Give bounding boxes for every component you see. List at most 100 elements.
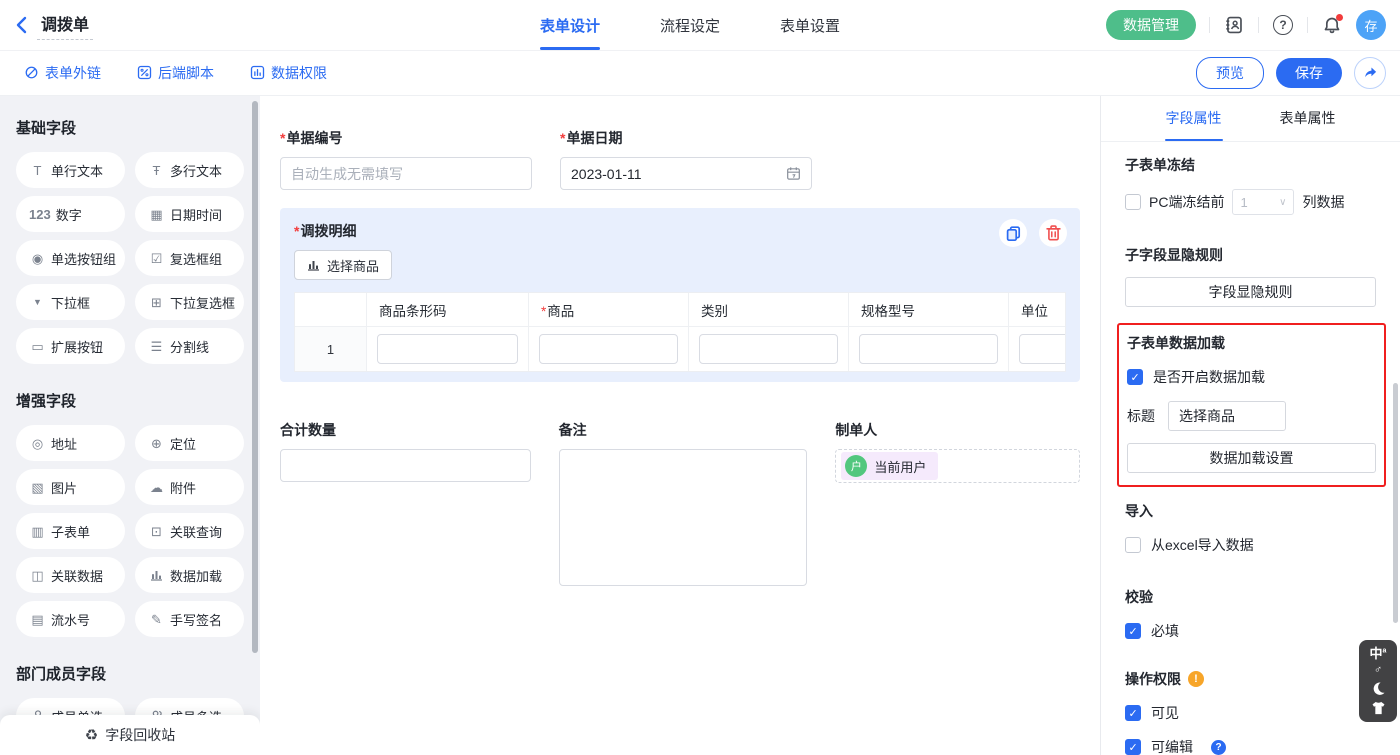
field-related-query[interactable]: ⊡关联查询 [135, 513, 244, 549]
field-extend-button[interactable]: ▭扩展按钮 [16, 328, 125, 364]
field-single-line-text[interactable]: T单行文本 [16, 152, 125, 188]
doc-date-input[interactable]: 2023-01-11 [560, 157, 812, 190]
field-attachment[interactable]: ☁附件 [135, 469, 244, 505]
current-user-tag[interactable]: 户 当前用户 [841, 452, 938, 480]
dataload-settings-button[interactable]: 数据加载设置 [1127, 443, 1376, 473]
product-input[interactable] [539, 334, 678, 364]
freeze-count-select[interactable]: 1 ∨ [1232, 189, 1294, 215]
remark-field[interactable]: 备注 [559, 422, 808, 591]
field-multi-select[interactable]: ⊞下拉复选框 [135, 284, 244, 320]
subform-block[interactable]: 调拨明细 选择商品 商品条形码 商品 类别 规格型号 [280, 208, 1080, 382]
row-number-header [295, 293, 367, 327]
divider-lines-icon: ☰ [148, 340, 165, 353]
field-data-load[interactable]: 数据加载 [135, 557, 244, 593]
doc-date-value: 2023-01-11 [571, 166, 642, 182]
select-product-button[interactable]: 选择商品 [294, 250, 392, 280]
preview-button[interactable]: 预览 [1196, 57, 1264, 89]
creator-field[interactable]: 制单人 户 当前用户 [835, 422, 1080, 591]
lookup-icon: ⊡ [148, 525, 165, 538]
dataload-enable-checkbox[interactable] [1127, 369, 1143, 385]
dataload-highlight-box: 子表单数据加载 是否开启数据加载 标题 数据加载设置 [1117, 323, 1386, 487]
contact-book-icon[interactable] [1223, 14, 1245, 36]
share-button[interactable] [1354, 57, 1386, 89]
tab-form-properties[interactable]: 表单属性 [1280, 95, 1336, 141]
back-icon[interactable] [16, 16, 27, 34]
user-avatar[interactable]: 存 [1356, 10, 1386, 40]
field-signature[interactable]: ✎手写签名 [135, 601, 244, 637]
dark-mode-moon-icon[interactable] [1371, 681, 1386, 696]
field-divider[interactable]: ☰分割线 [135, 328, 244, 364]
field-radio-group[interactable]: ◉单选按钮组 [16, 240, 125, 276]
total-quantity-field[interactable]: 合计数量 [280, 422, 531, 591]
tab-field-properties[interactable]: 字段属性 [1166, 95, 1222, 141]
freeze-suffix-label: 列数据 [1302, 192, 1344, 212]
field-multi-line-text[interactable]: Ŧ多行文本 [135, 152, 244, 188]
perm-visible-row[interactable]: 可见 [1125, 703, 1376, 723]
visibility-rules-button[interactable]: 字段显隐规则 [1125, 277, 1376, 307]
field-subform[interactable]: ▥子表单 [16, 513, 125, 549]
col-spec: 规格型号 [849, 293, 1009, 327]
perm-editable-row[interactable]: 可编辑 ? [1125, 737, 1376, 755]
freeze-checkbox[interactable] [1125, 194, 1141, 210]
unit-input[interactable] [1019, 334, 1066, 364]
radio-icon: ◉ [29, 252, 46, 265]
dataload-title-input[interactable] [1168, 401, 1286, 431]
help-tooltip-icon[interactable]: ? [1211, 740, 1226, 755]
field-datetime[interactable]: ▦日期时间 [135, 196, 244, 232]
form-external-link-label: 表单外链 [45, 63, 101, 83]
floating-utility-widget[interactable]: 中a ♂ [1359, 640, 1397, 722]
data-permission-link[interactable]: 数据权限 [250, 50, 327, 95]
dataload-enable-row[interactable]: 是否开启数据加载 [1127, 367, 1376, 387]
doc-date-field[interactable]: 单据日期 2023-01-11 [560, 130, 812, 190]
panel-scrollbar[interactable] [1393, 383, 1398, 623]
creator-input[interactable]: 户 当前用户 [835, 449, 1080, 483]
gender-arrow-icon[interactable]: ♂ [1374, 665, 1382, 676]
field-recycle-bin[interactable]: ♻ 字段回收站 [0, 715, 260, 755]
doc-no-input[interactable] [280, 157, 532, 190]
visible-checkbox[interactable] [1125, 705, 1141, 721]
save-button[interactable]: 保存 [1276, 58, 1342, 88]
creator-label: 制单人 [835, 422, 1080, 438]
tab-form-design[interactable]: 表单设计 [540, 0, 600, 50]
spec-input[interactable] [859, 334, 998, 364]
field-number[interactable]: 123数字 [16, 196, 125, 232]
language-toggle-icon[interactable]: 中a [1370, 647, 1387, 660]
theme-shirt-icon[interactable] [1371, 701, 1386, 715]
backend-script-link[interactable]: 后端脚本 [137, 50, 214, 95]
subform-title: 调拨明细 [294, 221, 1066, 241]
notification-bell-icon[interactable] [1321, 14, 1343, 36]
help-icon[interactable]: ? [1272, 14, 1294, 36]
required-row[interactable]: 必填 [1125, 621, 1376, 641]
remark-textarea[interactable] [559, 449, 808, 586]
sidebar-scrollbar[interactable] [252, 101, 258, 653]
total-quantity-input[interactable] [280, 449, 531, 482]
field-image[interactable]: ▧图片 [16, 469, 125, 505]
form-external-link[interactable]: 表单外链 [24, 50, 101, 95]
map-pin-icon: ◎ [29, 437, 46, 450]
form-title[interactable]: 调拨单 [37, 11, 93, 40]
total-quantity-label: 合计数量 [280, 422, 531, 438]
tab-form-setting[interactable]: 表单设置 [780, 0, 840, 50]
validate-section-title: 校验 [1125, 587, 1376, 607]
import-excel-row[interactable]: 从excel导入数据 [1125, 535, 1376, 555]
field-serial-number[interactable]: ▤流水号 [16, 601, 125, 637]
field-select[interactable]: ▼下拉框 [16, 284, 125, 320]
doc-date-label: 单据日期 [560, 130, 812, 146]
field-checkbox-group[interactable]: ☑复选框组 [135, 240, 244, 276]
field-location[interactable]: ⊕定位 [135, 425, 244, 461]
copy-field-button[interactable] [999, 219, 1027, 247]
editable-checkbox[interactable] [1125, 739, 1141, 755]
doc-no-field[interactable]: 单据编号 [280, 130, 532, 190]
import-excel-checkbox[interactable] [1125, 537, 1141, 553]
field-related-data[interactable]: ◫关联数据 [16, 557, 125, 593]
required-checkbox[interactable] [1125, 623, 1141, 639]
data-manage-button[interactable]: 数据管理 [1106, 10, 1196, 40]
section-basic-fields: 基础字段 [16, 117, 244, 138]
tab-flow-setting[interactable]: 流程设定 [660, 0, 720, 50]
delete-field-button[interactable] [1039, 219, 1067, 247]
category-input[interactable] [699, 334, 838, 364]
pen-icon: ✎ [148, 613, 165, 626]
field-address[interactable]: ◎地址 [16, 425, 125, 461]
barcode-input[interactable] [377, 334, 518, 364]
button-icon: ▭ [29, 340, 46, 353]
